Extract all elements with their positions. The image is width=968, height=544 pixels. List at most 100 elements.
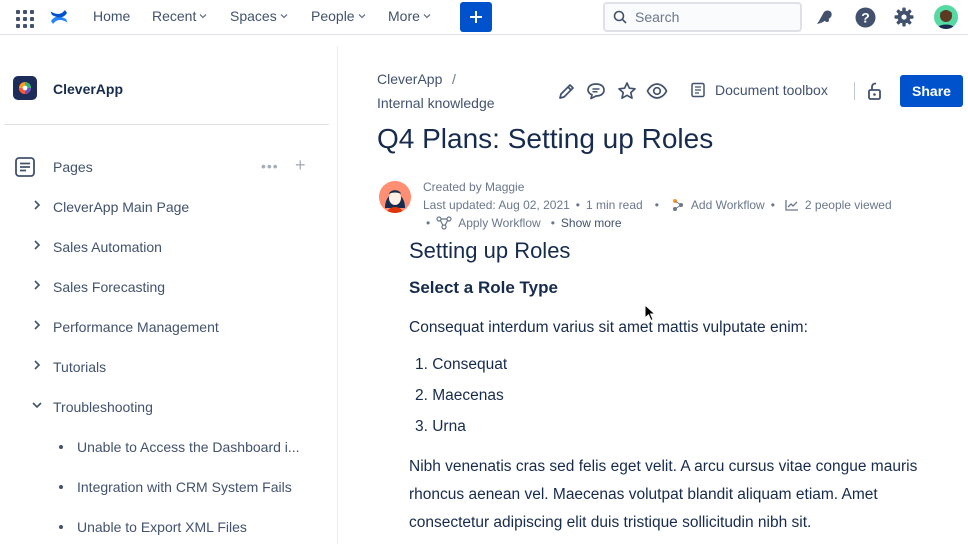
- nav-spaces-label: Spaces: [230, 8, 277, 24]
- separator-dot: •: [575, 198, 580, 212]
- list-item: 1. Consequat: [415, 356, 507, 374]
- breadcrumb-separator: /: [452, 71, 456, 87]
- sidebar-item-label: Unable to Export XML Files: [77, 519, 247, 535]
- document-icon: [691, 82, 705, 98]
- chevron-right-icon[interactable]: [32, 319, 42, 331]
- notifications-icon[interactable]: [814, 6, 836, 28]
- more-actions-icon[interactable]: •••: [261, 158, 279, 174]
- document-toolbox-label: Document toolbox: [715, 82, 828, 98]
- search-icon: [613, 10, 627, 24]
- bullet-icon: [59, 525, 63, 529]
- chevron-down-icon[interactable]: [32, 399, 42, 411]
- nav-spaces[interactable]: Spaces: [230, 8, 288, 24]
- content-body-line: Nibh venenatis cras sed felis eget velit…: [409, 458, 918, 475]
- nav-people[interactable]: People: [311, 8, 366, 24]
- created-by-text: Created by Maggie: [423, 180, 525, 194]
- last-updated-text[interactable]: Last updated: Aug 02, 2021: [423, 198, 570, 212]
- sidebar-item-label: Sales Forecasting: [53, 279, 166, 295]
- sidebar-item-label: Performance Management: [53, 319, 219, 335]
- sidebar-child-unable-to-export-xml[interactable]: Unable to Export XML Files: [0, 516, 330, 538]
- mouse-cursor-icon: [644, 304, 656, 322]
- space-logo-icon[interactable]: [13, 76, 37, 100]
- workflow-icon: [672, 199, 683, 211]
- comment-icon[interactable]: [585, 80, 607, 102]
- pages-icon: [15, 157, 35, 177]
- nav-more[interactable]: More: [388, 8, 431, 24]
- search-box[interactable]: [603, 2, 802, 32]
- list-number: 1.: [415, 356, 433, 373]
- author-avatar[interactable]: [379, 181, 411, 213]
- bullet-icon: [59, 485, 63, 489]
- sidebar-item-troubleshooting[interactable]: Troubleshooting: [0, 396, 330, 418]
- restrictions-unlock-icon[interactable]: [864, 80, 886, 102]
- pages-label: Pages: [53, 159, 93, 175]
- nav-recent[interactable]: Recent: [152, 8, 207, 24]
- svg-text:?: ?: [861, 9, 870, 25]
- content-subheading: Select a Role Type: [409, 278, 558, 297]
- list-item-text: Consequat: [432, 356, 508, 373]
- settings-gear-icon[interactable]: [893, 6, 915, 28]
- nav-people-label: People: [311, 8, 355, 24]
- sidebar-child-crm-integration-fails[interactable]: Integration with CRM System Fails: [0, 476, 330, 498]
- chevron-right-icon[interactable]: [32, 239, 42, 251]
- separator-dot: •: [550, 216, 555, 230]
- list-item-text: Maecenas: [432, 387, 504, 404]
- nav-home-label: Home: [93, 8, 131, 24]
- breadcrumb-space[interactable]: CleverApp: [377, 71, 442, 87]
- list-item: 3. Urna: [415, 418, 466, 436]
- page-title: Q4 Plans: Setting up Roles: [377, 123, 714, 154]
- space-name[interactable]: CleverApp: [53, 81, 123, 97]
- chevron-down-icon: [199, 14, 207, 19]
- separator-dot: •: [654, 198, 659, 212]
- apply-workflow-link[interactable]: Apply Workflow: [458, 216, 540, 230]
- chevron-right-icon[interactable]: [32, 279, 42, 291]
- add-workflow-link[interactable]: Add Workflow: [691, 198, 765, 212]
- sidebar-item-label: Unable to Access the Dashboard i...: [77, 439, 300, 455]
- list-number: 2.: [415, 387, 433, 404]
- sidebar: CleverApp Pages ••• + CleverApp Main Pag…: [0, 46, 338, 544]
- apply-workflow-icon: [436, 216, 452, 230]
- plus-icon: [470, 11, 482, 23]
- sidebar-item-cleverapp-main-page[interactable]: CleverApp Main Page: [0, 196, 330, 218]
- separator-dot: •: [770, 198, 775, 212]
- create-button[interactable]: [460, 2, 492, 32]
- star-icon[interactable]: [616, 80, 638, 102]
- search-input[interactable]: [635, 9, 785, 25]
- separator-dot: •: [426, 216, 431, 230]
- sidebar-item-tutorials[interactable]: Tutorials: [0, 356, 330, 378]
- chevron-right-icon[interactable]: [32, 359, 42, 371]
- edit-pencil-icon[interactable]: [556, 80, 578, 102]
- chevron-down-icon: [358, 14, 366, 19]
- byline-created: Created by Maggie: [423, 180, 524, 194]
- list-item: 2. Maecenas: [415, 387, 504, 405]
- confluence-logo-icon[interactable]: [49, 7, 69, 27]
- content-intro-paragraph: Consequat interdum varius sit amet matti…: [409, 319, 808, 336]
- nav-more-label: More: [388, 8, 420, 24]
- show-more-link[interactable]: Show more: [561, 216, 622, 230]
- watch-eye-icon[interactable]: [646, 80, 668, 102]
- sidebar-item-performance-management[interactable]: Performance Management: [0, 316, 330, 338]
- add-page-icon[interactable]: +: [295, 155, 306, 176]
- pages-header[interactable]: Pages ••• +: [14, 155, 314, 178]
- sidebar-item-label: Sales Automation: [53, 239, 162, 255]
- chevron-down-icon: [423, 14, 431, 19]
- sidebar-child-unable-to-access-dashboard[interactable]: Unable to Access the Dashboard i...: [0, 436, 330, 458]
- document-toolbox-button[interactable]: Document toolbox: [690, 82, 828, 98]
- byline-meta-row: Last updated: Aug 02, 2021 • 1 min read …: [423, 198, 892, 212]
- read-time-text: 1 min read: [586, 198, 643, 212]
- sidebar-item-sales-automation[interactable]: Sales Automation: [0, 236, 330, 258]
- nav-recent-label: Recent: [152, 8, 197, 24]
- user-avatar[interactable]: [934, 5, 958, 29]
- breadcrumb-parent-page[interactable]: Internal knowledge: [377, 95, 495, 111]
- chevron-right-icon[interactable]: [32, 199, 42, 211]
- nav-home[interactable]: Home: [93, 8, 130, 24]
- app-switcher-icon[interactable]: [16, 10, 34, 28]
- toolbar-divider: [854, 82, 855, 100]
- sidebar-divider: [4, 124, 329, 125]
- sidebar-item-sales-forecasting[interactable]: Sales Forecasting: [0, 276, 330, 298]
- analytics-chart-icon: [785, 200, 798, 211]
- content-body-line: rhoncus aenean vel. Maecenas volutpat bl…: [409, 486, 878, 503]
- people-viewed-text[interactable]: 2 people viewed: [805, 198, 892, 212]
- help-icon[interactable]: ?: [854, 6, 876, 28]
- share-button[interactable]: Share: [900, 75, 963, 107]
